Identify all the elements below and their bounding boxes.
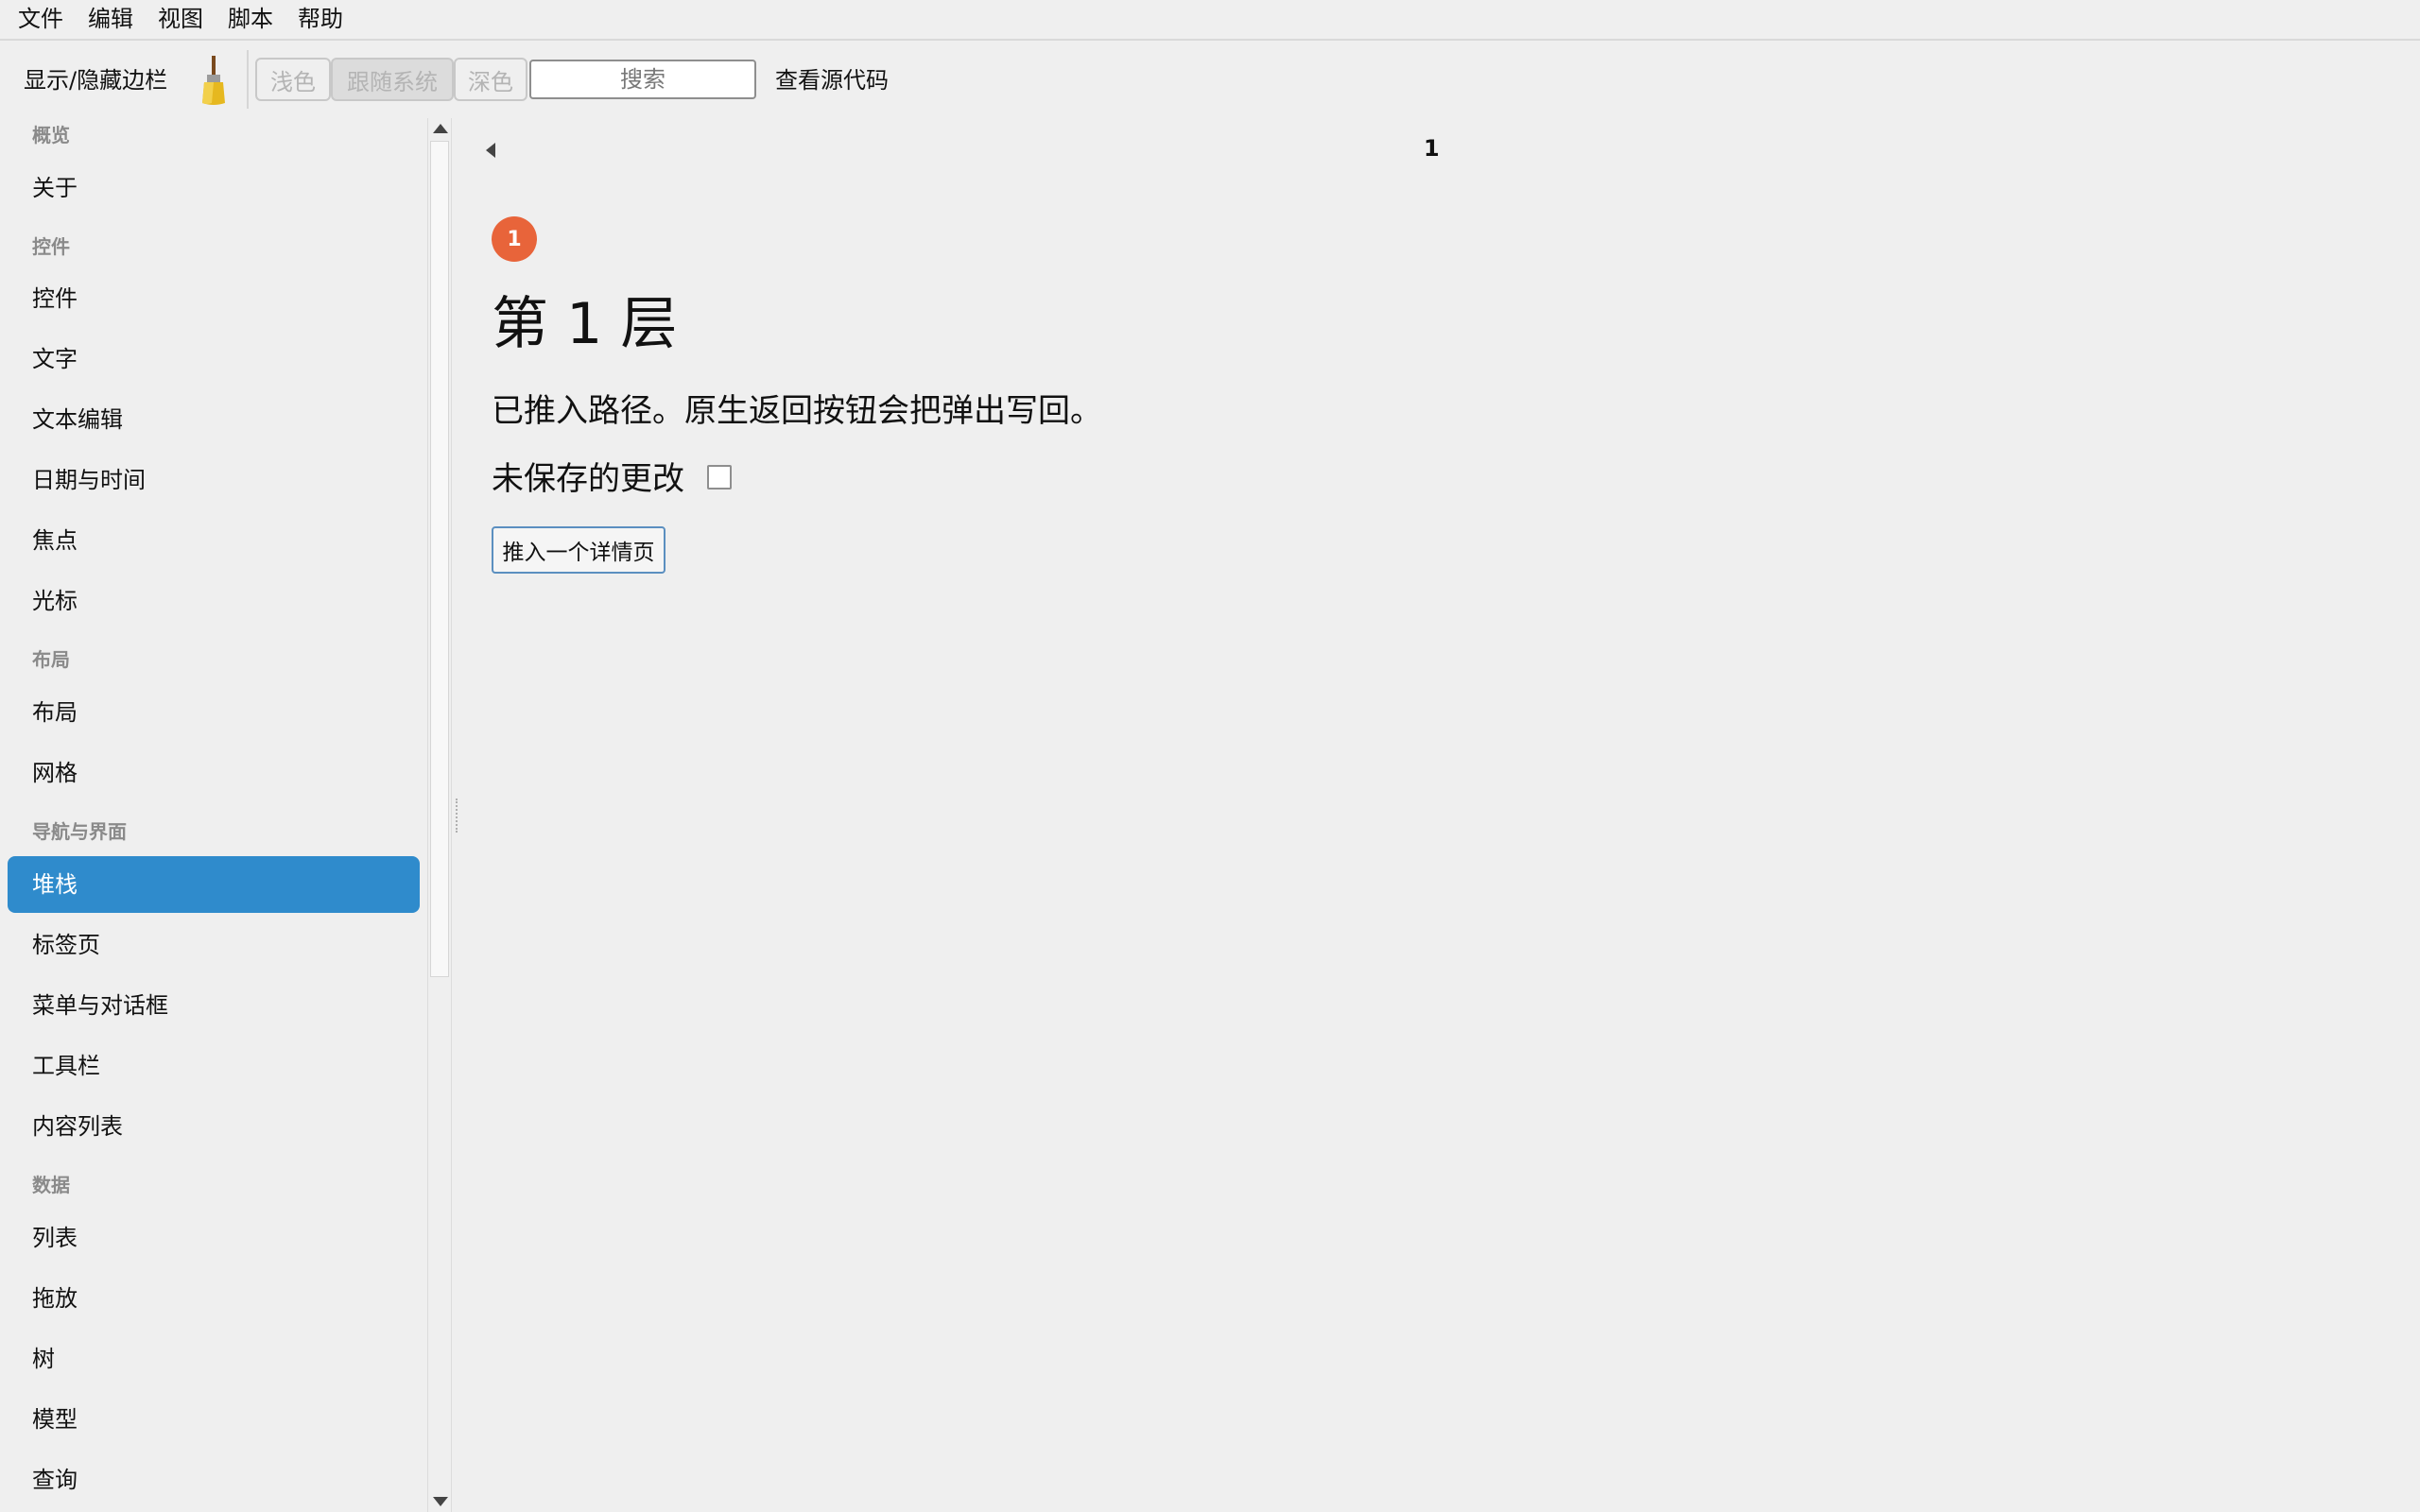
back-arrow-icon[interactable] — [486, 143, 495, 158]
page-description: 已推入路径。原生返回按钮会把弹出写回。 — [492, 392, 1102, 430]
sidebar-item-layout[interactable]: 布局 — [8, 684, 420, 741]
theme-dark-button[interactable]: 深色 — [454, 58, 527, 101]
push-detail-page-button[interactable]: 推入一个详情页 — [492, 526, 666, 574]
sidebar-item-tabs[interactable]: 标签页 — [8, 917, 420, 973]
sidebar-item-toolbar[interactable]: 工具栏 — [8, 1038, 420, 1094]
theme-system-button[interactable]: 跟随系统 — [331, 58, 454, 101]
sidebar-header-overview: 概览 — [32, 124, 70, 146]
sidebar-item-model[interactable]: 模型 — [8, 1391, 420, 1448]
sidebar-scrollbar[interactable] — [427, 118, 452, 1512]
page-title: 第 1 层 — [492, 291, 678, 357]
menu-file[interactable]: 文件 — [6, 0, 76, 40]
menu-view[interactable]: 视图 — [146, 0, 216, 40]
sidebar-item-query[interactable]: 查询 — [8, 1452, 420, 1508]
sidebar-item-drag-drop[interactable]: 拖放 — [8, 1270, 420, 1327]
sidebar-header-data: 数据 — [32, 1174, 70, 1196]
sidebar-item-about[interactable]: 关于 — [8, 160, 420, 216]
sidebar-item-menus-dialogs[interactable]: 菜单与对话框 — [8, 977, 420, 1034]
paintbrush-icon[interactable] — [195, 54, 233, 107]
sidebar-item-stack[interactable]: 堆栈 — [8, 856, 420, 913]
sidebar-item-focus[interactable]: 焦点 — [8, 512, 420, 569]
sidebar-item-content-list[interactable]: 内容列表 — [8, 1098, 420, 1155]
sidebar-item-controls[interactable]: 控件 — [8, 270, 420, 327]
theme-light-button[interactable]: 浅色 — [255, 58, 331, 101]
sidebar: 概览 关于 控件 控件 文字 文本编辑 日期与时间 焦点 光标 布局 布局 网格… — [0, 118, 427, 1512]
sidebar-item-text[interactable]: 文字 — [8, 331, 420, 387]
toolbar: 显示/隐藏边栏 浅色 跟随系统 深色 查看源代码 — [0, 43, 2420, 118]
menu-bar: 文件 编辑 视图 脚本 帮助 — [0, 0, 2420, 41]
page-number: 1 — [1424, 135, 1440, 162]
sidebar-item-cursor[interactable]: 光标 — [8, 573, 420, 629]
sidebar-header-controls: 控件 — [32, 235, 70, 258]
sidebar-item-date-time[interactable]: 日期与时间 — [8, 452, 420, 508]
unsaved-changes-checkbox[interactable] — [707, 465, 732, 490]
menu-edit[interactable]: 编辑 — [76, 0, 146, 40]
scroll-down-arrow-icon[interactable] — [433, 1497, 448, 1506]
main-content: 1 1 第 1 层 已推入路径。原生返回按钮会把弹出写回。 未保存的更改 推入一… — [459, 118, 2420, 1512]
sidebar-item-grid[interactable]: 网格 — [8, 745, 420, 801]
view-source-button[interactable]: 查看源代码 — [775, 43, 889, 118]
sidebar-header-navigation: 导航与界面 — [32, 820, 127, 843]
scrollbar-thumb[interactable] — [430, 141, 449, 977]
toggle-sidebar-button[interactable]: 显示/隐藏边栏 — [24, 43, 167, 118]
toolbar-separator — [247, 50, 249, 109]
menu-help[interactable]: 帮助 — [285, 0, 355, 40]
sidebar-item-list[interactable]: 列表 — [8, 1210, 420, 1266]
menu-script[interactable]: 脚本 — [216, 0, 285, 40]
sidebar-item-tree[interactable]: 树 — [8, 1331, 420, 1387]
search-input[interactable] — [529, 60, 756, 99]
sidebar-item-text-edit[interactable]: 文本编辑 — [8, 391, 420, 448]
layer-badge: 1 — [492, 216, 537, 262]
scroll-up-arrow-icon[interactable] — [433, 124, 448, 133]
unsaved-changes-label: 未保存的更改 — [492, 460, 684, 498]
sidebar-header-layout: 布局 — [32, 648, 70, 671]
